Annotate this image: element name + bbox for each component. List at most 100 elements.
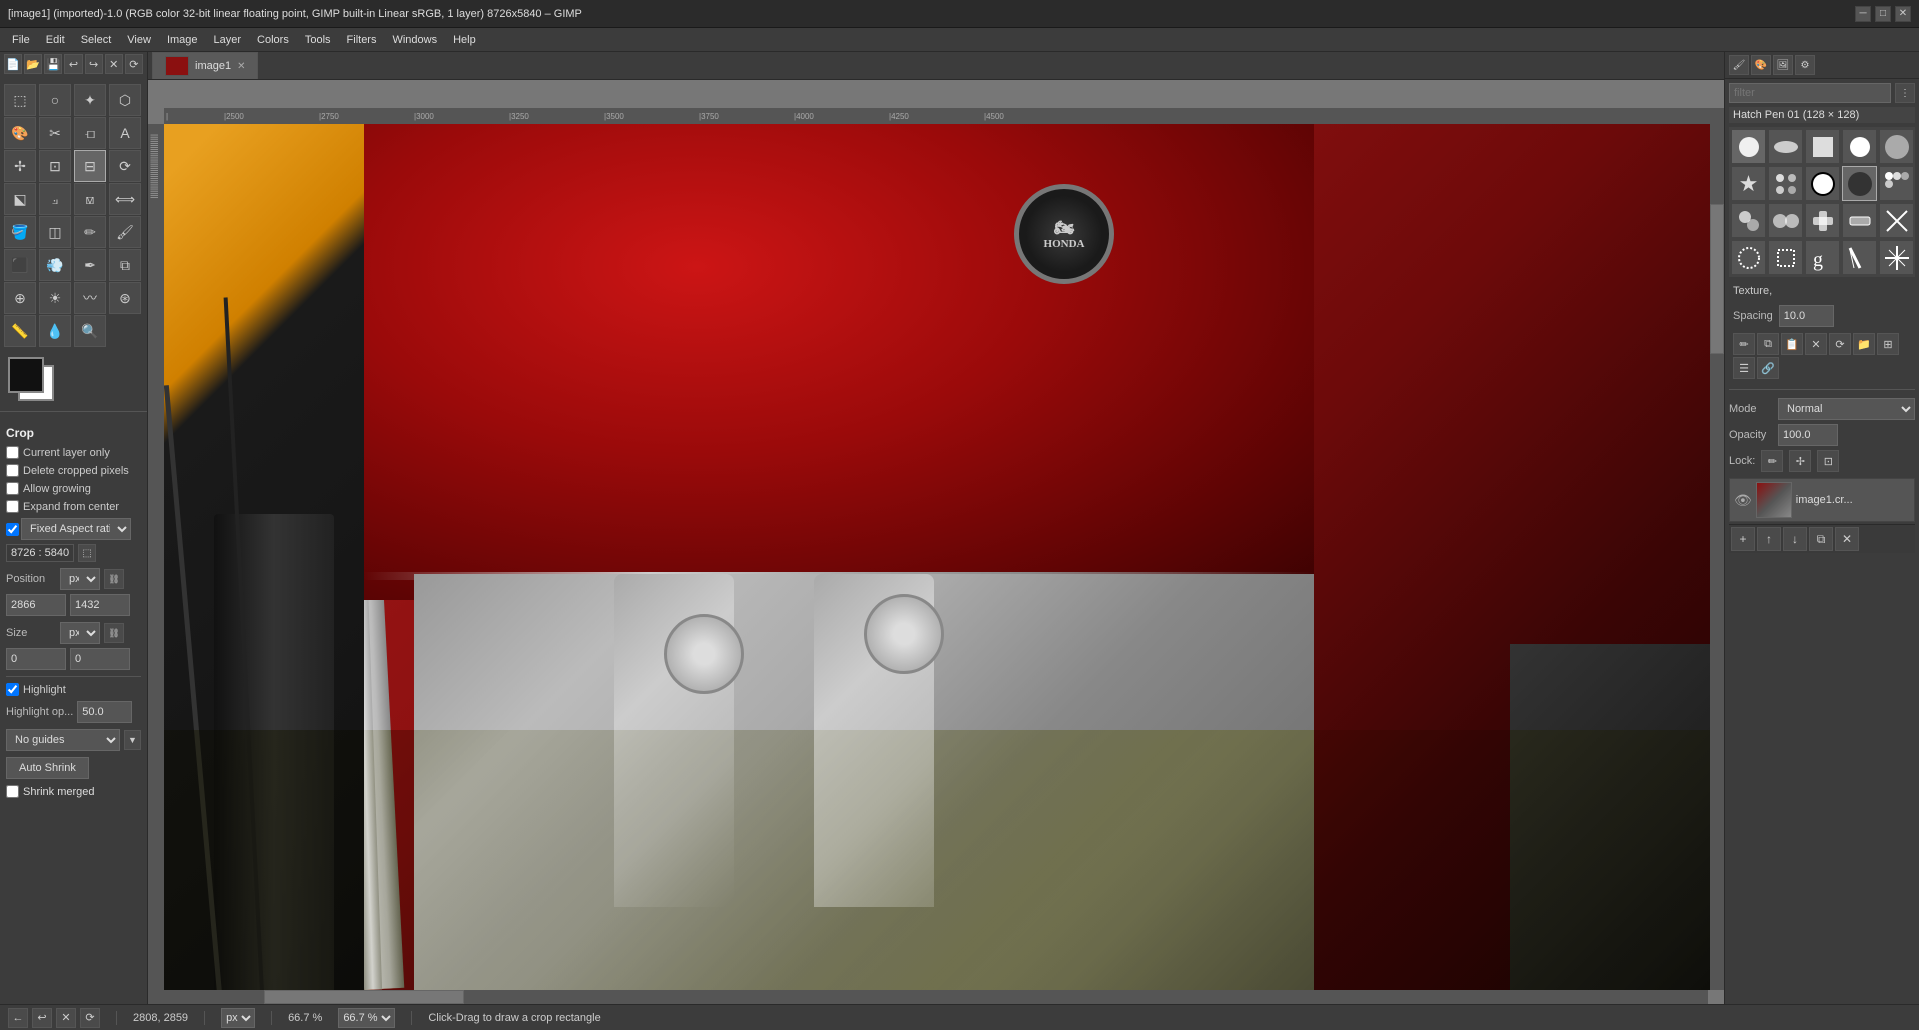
- brush-cell-7[interactable]: [1768, 166, 1803, 201]
- layer-delete-button[interactable]: ✕: [1835, 527, 1859, 551]
- menu-help[interactable]: Help: [445, 32, 484, 48]
- status-back-button[interactable]: ←: [8, 1008, 28, 1028]
- menu-view[interactable]: View: [119, 32, 159, 48]
- h-scrollbar-thumb[interactable]: [264, 990, 464, 1004]
- tool-heal[interactable]: ⊕: [4, 282, 36, 314]
- brush-cell-12[interactable]: [1768, 203, 1803, 238]
- menu-file[interactable]: File: [4, 32, 38, 48]
- rpt-icon-2[interactable]: 🎨: [1751, 55, 1771, 75]
- lock-pixels-button[interactable]: ✏: [1761, 450, 1783, 472]
- tool-dodge-burn[interactable]: ☀: [39, 282, 71, 314]
- brush-duplicate-button[interactable]: ⧉: [1757, 333, 1779, 355]
- menu-edit[interactable]: Edit: [38, 32, 73, 48]
- tool-clone[interactable]: ⧉: [109, 249, 141, 281]
- brush-options-button[interactable]: ⋮: [1895, 83, 1915, 103]
- brush-cell-17[interactable]: [1768, 240, 1803, 275]
- menu-tools[interactable]: Tools: [297, 32, 339, 48]
- redo-button[interactable]: ↪: [85, 54, 103, 74]
- layer-new-button[interactable]: +: [1731, 527, 1755, 551]
- image-tab-1[interactable]: image1 ✕: [152, 52, 258, 79]
- canvas-scroll[interactable]: | |2500 |2750 |3000 |3250 |3500 |3750 |4…: [148, 80, 1724, 1004]
- layer-item-1[interactable]: 👁 image1.cr...: [1729, 478, 1915, 522]
- brush-cell-14[interactable]: [1842, 203, 1877, 238]
- layer-lower-button[interactable]: ↓: [1783, 527, 1807, 551]
- rpt-icon-1[interactable]: 🖌: [1729, 55, 1749, 75]
- position-chain-button[interactable]: ⛓: [104, 569, 124, 589]
- status-zoom-dropdown[interactable]: 66.7 % 50 % 100 %: [338, 1008, 395, 1028]
- brush-cell-20[interactable]: [1879, 240, 1914, 275]
- brush-paste-button[interactable]: 📋: [1781, 333, 1803, 355]
- brush-cell-10[interactable]: [1879, 166, 1914, 201]
- tool-move[interactable]: ✢: [4, 150, 36, 182]
- status-unit-dropdown[interactable]: px %: [221, 1008, 255, 1028]
- position-unit-dropdown[interactable]: px % mm: [60, 568, 100, 590]
- cancel-button[interactable]: ✕: [105, 54, 123, 74]
- brush-cell-8[interactable]: [1805, 166, 1840, 201]
- brush-grid-button[interactable]: ⊞: [1877, 333, 1899, 355]
- brush-cell-16[interactable]: [1731, 240, 1766, 275]
- brush-path-button[interactable]: 🔗: [1757, 357, 1779, 379]
- photo-canvas[interactable]: 🏍 HONDA: [164, 124, 1710, 990]
- tool-flip[interactable]: ⟺: [109, 183, 141, 215]
- brush-cell-9[interactable]: [1842, 166, 1877, 201]
- tool-paintbrush[interactable]: 🖌: [109, 216, 141, 248]
- brush-cell-4[interactable]: [1842, 129, 1877, 164]
- size-y-input[interactable]: [70, 648, 130, 670]
- size-unit-dropdown[interactable]: px % mm: [60, 622, 100, 644]
- tool-measure[interactable]: 📏: [4, 315, 36, 347]
- brush-folder-button[interactable]: 📁: [1853, 333, 1875, 355]
- brush-cell-6[interactable]: ★: [1731, 166, 1766, 201]
- tool-rotate[interactable]: ⟳: [109, 150, 141, 182]
- tool-smudge[interactable]: 〰: [74, 282, 106, 314]
- auto-shrink-button[interactable]: Auto Shrink: [6, 757, 89, 779]
- new-button[interactable]: 📄: [4, 54, 22, 74]
- brush-cell-5[interactable]: [1879, 129, 1914, 164]
- highlight-opacity-input[interactable]: [77, 701, 132, 723]
- tool-scissors[interactable]: ✂: [39, 117, 71, 149]
- tool-zoom[interactable]: 🔍: [74, 315, 106, 347]
- size-x-input[interactable]: [6, 648, 66, 670]
- menu-windows[interactable]: Windows: [384, 32, 445, 48]
- tool-text[interactable]: A: [109, 117, 141, 149]
- tool-rectangle-select[interactable]: ⬚: [4, 84, 36, 116]
- brush-edit-button[interactable]: ✏: [1733, 333, 1755, 355]
- fixed-aspect-dropdown[interactable]: Fixed Aspect ratio Fixed Width Fixed Hei…: [21, 518, 131, 540]
- tool-ink[interactable]: ✒: [74, 249, 106, 281]
- undo-button[interactable]: ↩: [64, 54, 82, 74]
- menu-select[interactable]: Select: [73, 32, 120, 48]
- layer-visibility-icon[interactable]: 👁: [1734, 492, 1752, 509]
- tool-perspective[interactable]: ⟏: [74, 183, 106, 215]
- status-cancel-button[interactable]: ✕: [56, 1008, 76, 1028]
- shrink-merged-checkbox[interactable]: [6, 785, 19, 798]
- minimize-button[interactable]: ─: [1855, 6, 1871, 22]
- tool-color-picker[interactable]: 💧: [39, 315, 71, 347]
- current-layer-only-checkbox[interactable]: [6, 446, 19, 459]
- menu-image[interactable]: Image: [159, 32, 206, 48]
- expand-center-checkbox[interactable]: [6, 500, 19, 513]
- guides-dropdown[interactable]: No guides Rule of thirds Center lines: [6, 729, 120, 751]
- brush-cell-19[interactable]: [1842, 240, 1877, 275]
- rpt-icon-4[interactable]: ⚙: [1795, 55, 1815, 75]
- save-button[interactable]: 💾: [44, 54, 62, 74]
- tool-convolve[interactable]: ⊛: [109, 282, 141, 314]
- brush-delete-button[interactable]: ✕: [1805, 333, 1827, 355]
- tool-crop[interactable]: ⊟: [74, 150, 106, 182]
- size-reset-button[interactable]: ⬚: [78, 544, 96, 562]
- tool-fuzzy-select[interactable]: ⬡: [109, 84, 141, 116]
- opacity-input[interactable]: [1778, 424, 1838, 446]
- delete-cropped-checkbox[interactable]: [6, 464, 19, 477]
- rpt-icon-3[interactable]: 🖼: [1773, 55, 1793, 75]
- tool-paths[interactable]: ⟤: [74, 117, 106, 149]
- position-x-input[interactable]: [6, 594, 66, 616]
- brush-cell-18[interactable]: g: [1805, 240, 1840, 275]
- image-tab-close[interactable]: ✕: [237, 61, 245, 72]
- allow-growing-checkbox[interactable]: [6, 482, 19, 495]
- brush-cell-2[interactable]: [1768, 129, 1803, 164]
- position-y-input[interactable]: [70, 594, 130, 616]
- layer-raise-button[interactable]: ↑: [1757, 527, 1781, 551]
- tool-scale[interactable]: ⬕: [4, 183, 36, 215]
- brush-filter-input[interactable]: [1729, 83, 1891, 103]
- highlight-checkbox[interactable]: [6, 683, 19, 696]
- tool-bucket-fill[interactable]: 🪣: [4, 216, 36, 248]
- v-scrollbar[interactable]: [1710, 124, 1724, 990]
